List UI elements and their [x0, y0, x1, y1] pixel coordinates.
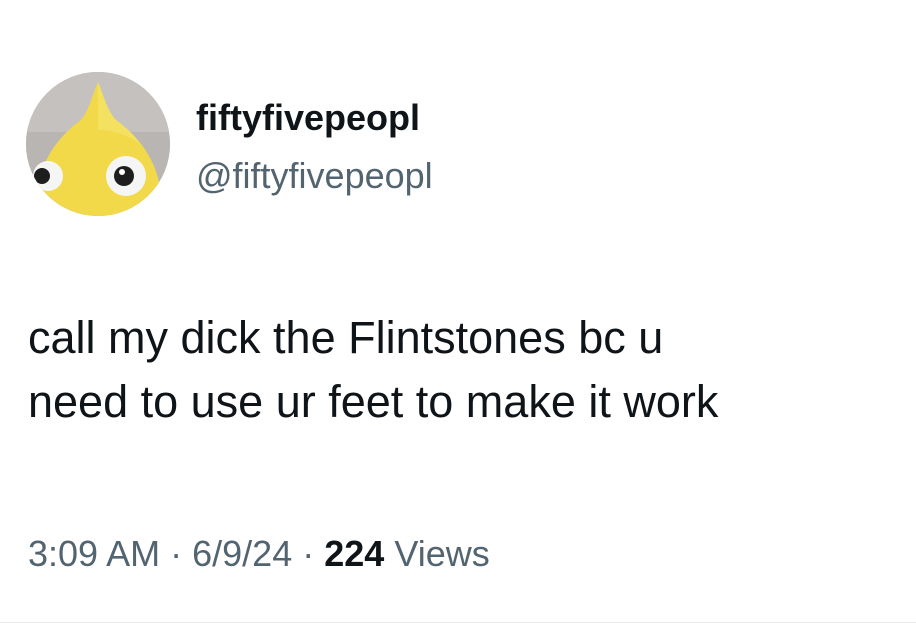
views-count: 224: [324, 533, 385, 574]
tweet-text: call my dick the Flintstones bc u need t…: [28, 306, 898, 434]
meta-separator: ·: [170, 533, 183, 574]
author-handle[interactable]: @fiftyfivepeopl: [196, 154, 433, 197]
tweet-time[interactable]: 3:09 AM: [28, 533, 160, 574]
yellow-plush-creature-avatar-icon: [26, 72, 170, 216]
tweet-text-line: need to use ur feet to make it work: [28, 376, 719, 427]
tweet-card: fiftyfivepeopl @fiftyfivepeopl call my d…: [0, 0, 916, 640]
tweet-text-line: call my dick the Flintstones bc u: [28, 312, 664, 363]
author-display-name[interactable]: fiftyfivepeopl: [196, 96, 420, 139]
avatar[interactable]: [26, 72, 170, 216]
divider: [0, 622, 916, 623]
tweet-date[interactable]: 6/9/24: [192, 533, 292, 574]
views-label: Views: [394, 533, 490, 574]
meta-separator: ·: [302, 533, 315, 574]
tweet-meta: 3:09 AM · 6/9/24 · 224 Views: [28, 532, 490, 575]
